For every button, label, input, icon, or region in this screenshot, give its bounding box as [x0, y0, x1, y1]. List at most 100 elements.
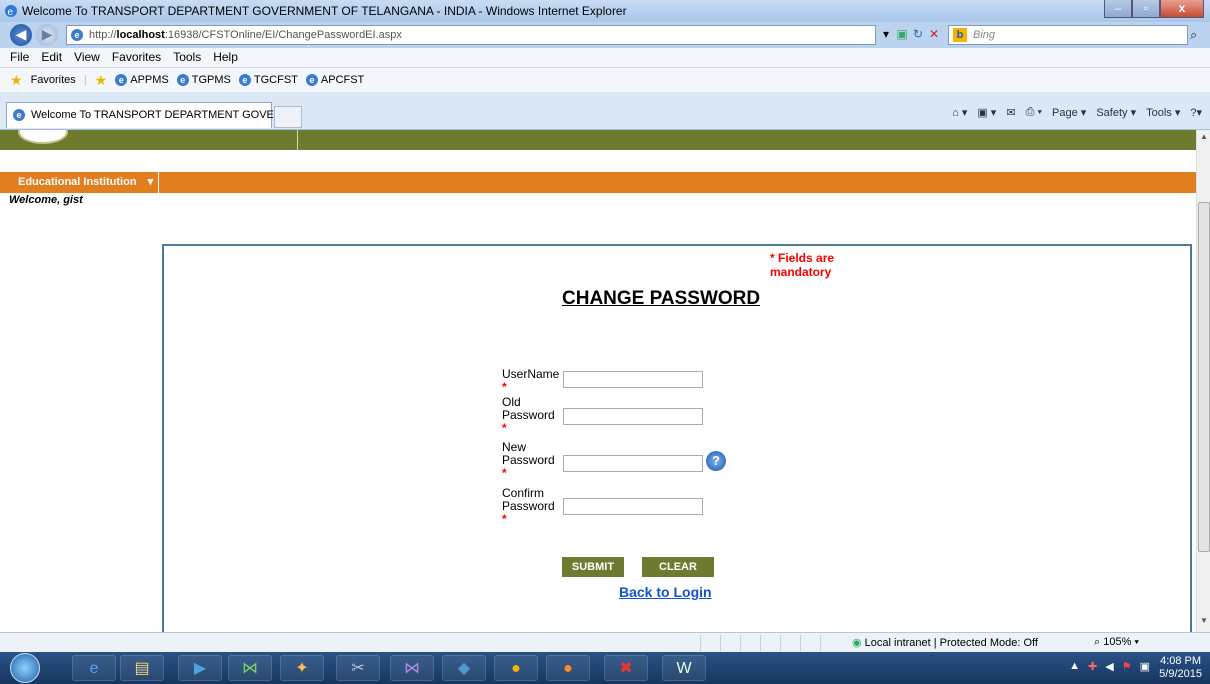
globe-icon: ◉ — [852, 637, 862, 649]
taskbar-xampp-icon[interactable]: ✖ — [604, 655, 648, 681]
fav-link-label: TGCFST — [253, 74, 298, 86]
fav-link-apcfst[interactable]: e APCFST — [305, 68, 364, 92]
new-tab-button[interactable] — [274, 106, 302, 128]
clock[interactable]: 4:08 PM 5/9/2015 — [1159, 655, 1202, 681]
compat-icon[interactable]: ▣ — [896, 25, 908, 43]
fav-link-tgpms[interactable]: e TGPMS — [176, 68, 231, 92]
taskbar-vs2-icon[interactable]: ⋈ — [390, 655, 434, 681]
system-tray: ▲ ✚ ◀ ⚑ ▣ — [1069, 660, 1150, 673]
tray-expand-icon[interactable]: ▲ — [1069, 660, 1080, 673]
safety-menu[interactable]: Safety ▾ — [1096, 106, 1136, 119]
clear-button[interactable]: CLEAR — [642, 557, 714, 577]
window-title-bar: e Welcome To TRANSPORT DEPARTMENT GOVERN… — [0, 0, 1210, 22]
taskbar-player-icon[interactable]: ▶ — [178, 655, 222, 681]
tray-network-icon[interactable]: ✚ — [1088, 660, 1097, 673]
favorites-bar: ★ Favorites | ★ e APPMS e TGPMS e TGCFST eA… — [0, 68, 1210, 92]
maximize-button[interactable]: ▫ — [1132, 0, 1160, 18]
tab-title: Welcome To TRANSPORT DEPARTMENT GOVER... — [31, 109, 291, 121]
search-icon[interactable]: ⌕ — [1190, 27, 1197, 43]
favorites-separator: | — [83, 74, 87, 86]
address-bar[interactable]: e http://localhost:16938/CFSTOnline/EI/C… — [66, 25, 876, 45]
taskbar-ie-icon[interactable]: e — [72, 655, 116, 681]
new-password-label: New Password * — [502, 441, 562, 480]
refresh-icon[interactable]: ↻ — [912, 25, 924, 43]
scroll-thumb[interactable] — [1198, 202, 1210, 552]
dropdown-icon[interactable]: ▾ — [880, 25, 892, 43]
menu-help[interactable]: Help — [213, 48, 238, 67]
help-icon[interactable]: ?▾ — [1190, 106, 1202, 119]
username-label-text: UserName — [502, 367, 560, 381]
menu-view[interactable]: View — [74, 48, 100, 67]
browser-tab[interactable]: e Welcome To TRANSPORT DEPARTMENT GOVER.… — [6, 102, 291, 128]
url-host: localhost — [116, 29, 165, 41]
fav-link-tgcfst[interactable]: e TGCFST — [238, 68, 298, 92]
required-marker: * — [502, 466, 507, 480]
clock-date: 5/9/2015 — [1159, 668, 1202, 680]
close-button[interactable]: x — [1160, 0, 1204, 18]
taskbar-chrome-icon[interactable]: ● — [494, 655, 538, 681]
vertical-scrollbar[interactable]: ▲ ▼ — [1196, 130, 1210, 632]
confirm-password-field[interactable] — [563, 498, 703, 515]
nav-menu-label: Educational Institution — [18, 176, 137, 188]
stop-icon[interactable]: ✕ — [928, 25, 940, 43]
taskbar-tools-icon[interactable]: ✂ — [336, 655, 380, 681]
taskbar-word-icon[interactable]: W — [662, 655, 706, 681]
forward-button[interactable]: ▶ — [36, 24, 58, 46]
scroll-up-icon[interactable]: ▲ — [1197, 132, 1210, 146]
favorites-button[interactable]: Favorites — [31, 68, 76, 92]
page-title: CHANGE PASSWORD — [562, 288, 761, 309]
taskbar-explorer-icon[interactable]: ▤ — [120, 655, 164, 681]
window-controls: – ▫ x — [1104, 0, 1204, 20]
tray-monitor-icon[interactable]: ▣ — [1140, 660, 1150, 673]
fav-link-label: TGPMS — [191, 74, 231, 86]
minimize-button[interactable]: – — [1104, 0, 1132, 18]
menu-edit[interactable]: Edit — [41, 48, 62, 67]
zoom-control[interactable]: ⌕ 105% ▾ — [1094, 636, 1139, 649]
scroll-down-icon[interactable]: ▼ — [1197, 616, 1210, 630]
taskbar-app-icon[interactable]: ✦ — [280, 655, 324, 681]
page-icon: e — [71, 29, 83, 41]
search-input[interactable]: b Bing — [948, 25, 1188, 45]
new-password-field[interactable] — [563, 455, 703, 472]
tools-menu[interactable]: Tools ▾ — [1146, 106, 1180, 119]
taskbar: e ▤ ▶ ⋈ ✦ ✂ ⋈ ◆ ● ● ✖ W ▲ ✚ ◀ ⚑ ▣ 4:08 P… — [0, 652, 1210, 684]
taskbar-folder-icon[interactable]: ◆ — [442, 655, 486, 681]
tray-flag-icon[interactable]: ⚑ — [1122, 660, 1132, 673]
fav-link-appms[interactable]: e APPMS — [115, 68, 169, 92]
bing-icon: b — [953, 28, 967, 42]
mail-icon[interactable]: ✉ — [1006, 106, 1015, 119]
start-button[interactable] — [10, 653, 40, 683]
status-bar: ◉ Local intranet | Protected Mode: Off ⌕… — [0, 632, 1210, 652]
feeds-icon[interactable]: ▣ ▾ — [977, 106, 996, 119]
taskbar-firefox-icon[interactable]: ● — [546, 655, 590, 681]
tab-row: e Welcome To TRANSPORT DEPARTMENT GOVER.… — [0, 92, 1210, 130]
ie-page-icon: e — [176, 74, 189, 86]
home-icon[interactable]: ⌂ ▾ — [952, 106, 967, 119]
tray-volume-icon[interactable]: ◀ — [1105, 660, 1113, 673]
security-zone[interactable]: ◉ Local intranet | Protected Mode: Off — [852, 636, 1038, 649]
window-title: Welcome To TRANSPORT DEPARTMENT GOVERNME… — [22, 4, 627, 18]
page-menu[interactable]: Page ▾ — [1052, 106, 1086, 119]
clock-time: 4:08 PM — [1160, 655, 1202, 667]
taskbar-vs-icon[interactable]: ⋈ — [228, 655, 272, 681]
mandatory-note: * Fields are mandatory — [770, 251, 835, 279]
nav-menu-educational-institution[interactable]: Educational Institution ▾ — [6, 172, 159, 193]
menu-favorites[interactable]: Favorites — [112, 48, 161, 67]
back-button[interactable]: ◀ — [10, 24, 32, 46]
change-password-panel: * Fields are mandatory CHANGE PASSWORD U… — [162, 244, 1192, 632]
username-field[interactable] — [563, 371, 703, 388]
menu-file[interactable]: File — [10, 48, 29, 67]
new-password-label-line2: Password — [502, 453, 555, 467]
submit-button[interactable]: SUBMIT — [562, 557, 624, 577]
print-icon[interactable]: ⎙ ▾ — [1026, 106, 1042, 119]
add-favorite-icon[interactable]: ★ — [95, 68, 108, 92]
help-icon[interactable]: ? — [706, 451, 726, 471]
command-bar: ⌂ ▾ ▣ ▾ ✉ ⎙ ▾ Page ▾ Safety ▾ Tools ▾ ?▾ — [952, 106, 1202, 119]
tab-ie-icon: e — [13, 109, 25, 121]
old-password-field[interactable] — [563, 408, 703, 425]
back-to-login-link[interactable]: Back to Login — [619, 584, 712, 600]
menu-tools[interactable]: Tools — [173, 48, 201, 67]
ie-icon: e — [5, 5, 17, 18]
zoom-level: 105% — [1103, 636, 1132, 648]
address-row: ◀ ▶ e http://localhost:16938/CFSTOnline/… — [0, 22, 1210, 48]
